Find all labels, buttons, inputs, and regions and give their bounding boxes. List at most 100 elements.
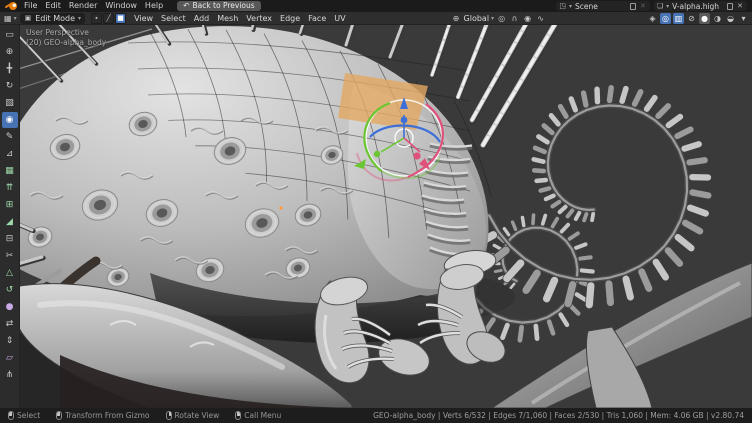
tool-add-cube[interactable]: ▦ xyxy=(2,163,18,179)
gizmo-z-handle[interactable] xyxy=(401,117,408,124)
tool-bevel[interactable]: ◢ xyxy=(2,214,18,230)
back-to-previous-button[interactable]: ↶ Back to Previous xyxy=(177,1,261,11)
chevron-down-icon: ▾ xyxy=(569,3,572,10)
tool-scale[interactable]: ▧ xyxy=(2,95,18,111)
view-layer-selector[interactable]: ❏▾ V-alpha.high ✕ xyxy=(654,1,747,11)
tool-loop-cut[interactable]: ⊟ xyxy=(2,231,18,247)
show-gizmos-icon[interactable]: ◈ xyxy=(647,13,658,24)
chevron-down-icon: ▾ xyxy=(78,15,81,22)
shading-controls: ◈◎▥⊘●◑◒▾ xyxy=(647,13,749,24)
tool-rip-region[interactable]: ⋔ xyxy=(2,367,18,383)
snap-magnet-icon[interactable]: ∩ xyxy=(509,13,520,24)
viewport-info-overlay: User Perspective (20) GEO-alpha_body xyxy=(26,28,106,48)
viewport-header: ▦▾ ▣ Edit Mode ▾ ∙╱■ ViewSelectAddMeshVe… xyxy=(0,12,752,25)
scene-name[interactable]: Scene xyxy=(575,2,627,11)
topbar-menus: FileEditRenderWindowHelp xyxy=(20,0,167,12)
select-mode-buttons: ∙╱■ xyxy=(91,13,126,24)
viewport-3d[interactable]: User Perspective (20) GEO-alpha_body xyxy=(0,25,752,408)
edit-mode-icon: ▣ xyxy=(24,14,33,22)
viewport-canvas[interactable] xyxy=(0,25,752,408)
chevron-down-icon: ▾ xyxy=(491,15,494,22)
tool-spin[interactable]: ↺ xyxy=(2,282,18,298)
viewport-menu-face[interactable]: Face xyxy=(304,12,330,25)
toggle-xray-icon[interactable]: ▥ xyxy=(673,13,684,24)
tool-extrude-region[interactable]: ⇈ xyxy=(2,180,18,196)
topbar-menu-help[interactable]: Help xyxy=(141,0,167,12)
proportional-falloff-icon[interactable]: ∿ xyxy=(535,13,546,24)
scene-selector[interactable]: ◳▾ Scene ✕ xyxy=(556,1,650,11)
status-hint-select: Select xyxy=(8,411,40,420)
tool-move[interactable]: ╋ xyxy=(2,61,18,77)
editor-type-icon[interactable]: ▦ xyxy=(3,14,13,23)
orientation-dropdown[interactable]: Global xyxy=(464,14,490,23)
mouse-right-icon xyxy=(235,411,241,420)
status-hint-call-menu: Call Menu xyxy=(235,411,281,420)
statusbar: Select Transform From Gizmo Rotate View Cal… xyxy=(0,408,752,423)
topbar-menu-file[interactable]: File xyxy=(20,0,41,12)
pivot-point-icon[interactable]: ◎ xyxy=(496,13,507,24)
viewport-menu-uv[interactable]: UV xyxy=(330,12,349,25)
viewport-menu-view[interactable]: View xyxy=(130,12,157,25)
topbar-menu-edit[interactable]: Edit xyxy=(41,0,65,12)
topbar-right: ◳▾ Scene ✕ ❏▾ V-alpha.high ✕ xyxy=(556,1,747,11)
toolbar: ▭⊕╋↻▧◉✎⊿▦⇈⊞◢⊟✂△↺●⇄⇕▱⋔ xyxy=(0,25,20,408)
tool-rotate[interactable]: ↻ xyxy=(2,78,18,94)
viewport-menu-select[interactable]: Select xyxy=(157,12,190,25)
view-perspective-label: User Perspective xyxy=(26,28,106,38)
face-select-mode[interactable]: ■ xyxy=(115,13,126,24)
vertex-select-mode[interactable]: ∙ xyxy=(91,13,102,24)
status-hint-label: Transform From Gizmo xyxy=(65,411,149,420)
topbar-menu-window[interactable]: Window xyxy=(101,0,141,12)
gizmo-y-handle[interactable] xyxy=(374,151,380,157)
remove-layer-icon[interactable]: ✕ xyxy=(736,2,744,10)
tool-annotate[interactable]: ✎ xyxy=(2,129,18,145)
shading-dropdown-icon[interactable]: ▾ xyxy=(738,13,749,24)
topbar-menu-render[interactable]: Render xyxy=(65,0,101,12)
view-layer-name[interactable]: V-alpha.high xyxy=(672,2,724,11)
active-object-label: (20) GEO-alpha_body xyxy=(26,38,106,48)
scene-icon: ◳ xyxy=(559,2,566,10)
tool-edge-slide[interactable]: ⇄ xyxy=(2,316,18,332)
status-hint-transform-from-gizmo: Transform From Gizmo xyxy=(56,411,149,420)
mouse-left-icon xyxy=(8,411,14,420)
status-hint-rotate-view: Rotate View xyxy=(166,411,220,420)
status-hint-label: Select xyxy=(17,411,40,420)
back-icon: ↶ xyxy=(183,1,189,11)
viewport-menu-edge[interactable]: Edge xyxy=(276,12,304,25)
gizmo-x-handle[interactable] xyxy=(413,152,420,159)
shading-wireframe-icon[interactable]: ⊘ xyxy=(686,13,697,24)
status-hint-label: Rotate View xyxy=(175,411,220,420)
viewport-menu-mesh[interactable]: Mesh xyxy=(213,12,242,25)
topbar: FileEditRenderWindowHelp ↶ Back to Previ… xyxy=(0,0,752,12)
tool-shrink-fatten[interactable]: ⇕ xyxy=(2,333,18,349)
tool-shear[interactable]: ▱ xyxy=(2,350,18,366)
tool-poly-build[interactable]: △ xyxy=(2,265,18,281)
tool-knife[interactable]: ✂ xyxy=(2,248,18,264)
shading-solid-icon[interactable]: ● xyxy=(699,13,710,24)
unlink-scene-icon: ✕ xyxy=(639,2,647,10)
tool-inset-faces[interactable]: ⊞ xyxy=(2,197,18,213)
viewport-menus: ViewSelectAddMeshVertexEdgeFaceUV xyxy=(130,12,350,25)
selected-vertex-dot xyxy=(279,206,282,209)
mouse-middle-icon xyxy=(166,411,172,420)
shading-material-icon[interactable]: ◑ xyxy=(712,13,723,24)
viewport-menu-add[interactable]: Add xyxy=(190,12,214,25)
edge-select-mode[interactable]: ╱ xyxy=(103,13,114,24)
tool-measure[interactable]: ⊿ xyxy=(2,146,18,162)
tool-transform[interactable]: ◉ xyxy=(2,112,18,128)
new-scene-icon[interactable] xyxy=(630,3,636,10)
tool-smooth[interactable]: ● xyxy=(2,299,18,315)
tool-cursor[interactable]: ⊕ xyxy=(2,44,18,60)
mesh-statistics: GEO-alpha_body | Verts 6/532 | Edges 7/1… xyxy=(373,411,744,420)
shading-rendered-icon[interactable]: ◒ xyxy=(725,13,736,24)
proportional-editing-icon[interactable]: ◉ xyxy=(522,13,533,24)
viewport-menu-vertex[interactable]: Vertex xyxy=(242,12,276,25)
mouse-left-drag-icon xyxy=(56,411,62,420)
show-overlays-icon[interactable]: ◎ xyxy=(660,13,671,24)
chevron-down-icon: ▾ xyxy=(14,15,17,22)
blender-window: FileEditRenderWindowHelp ↶ Back to Previ… xyxy=(0,0,752,423)
new-layer-icon[interactable] xyxy=(727,3,733,10)
mode-dropdown[interactable]: ▣ Edit Mode ▾ xyxy=(20,13,85,24)
tool-select-box[interactable]: ▭ xyxy=(2,27,18,43)
transform-orientation-icon: ⊕ xyxy=(451,13,462,24)
